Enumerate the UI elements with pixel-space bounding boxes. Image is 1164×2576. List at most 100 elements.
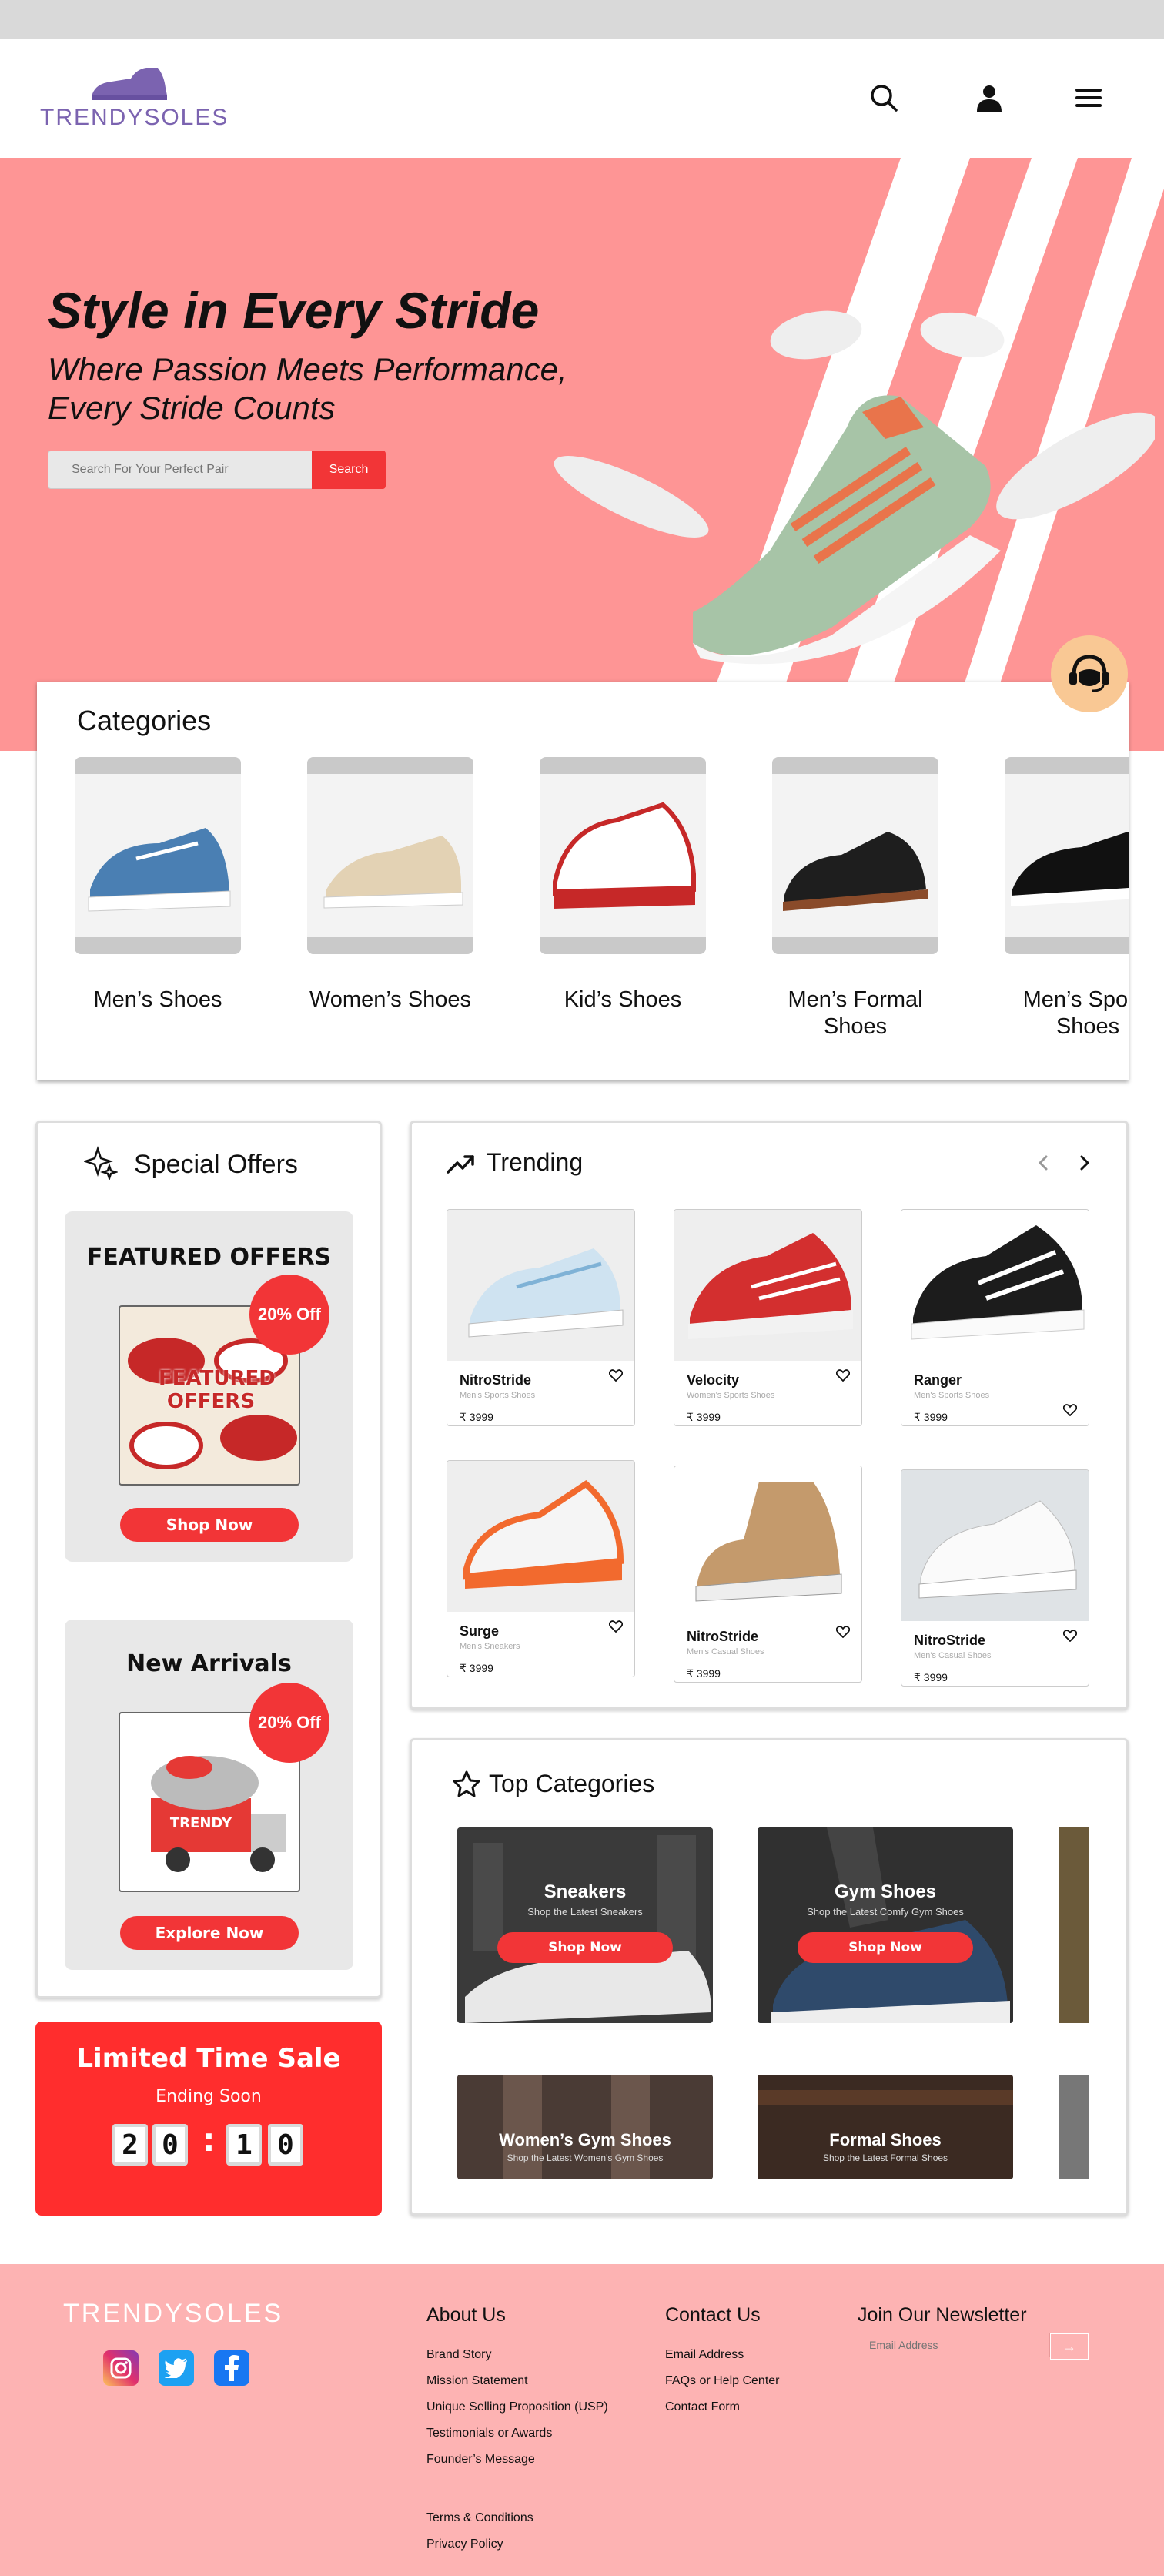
footer-link[interactable]: Brand Story [426,2348,642,2362]
shop-now-button[interactable]: Shop Now [798,1932,973,1963]
top-category-card-womens-gym[interactable]: Women’s Gym Shoes Shop the Latest Women'… [457,2075,713,2179]
footer-link[interactable]: Mission Statement [426,2374,642,2388]
product-category: Men's Casual Shoes [687,1647,764,1656]
category-label: Men’s Shoes [93,987,222,1012]
countdown-digit: 2 [112,2124,148,2166]
wishlist-heart-icon[interactable] [836,1626,850,1638]
instagram-icon[interactable] [103,2350,139,2386]
product-name: Surge [460,1623,500,1639]
sale-title: Limited Time Sale [76,2043,341,2074]
explore-now-button[interactable]: Explore Now [120,1916,299,1950]
hero-search-button[interactable]: Search [312,451,386,489]
kids-shoe-image [540,774,706,937]
trending-product-card[interactable]: NitroStride Men's Casual Shoes ₹ 3999 [674,1466,862,1683]
footer-link[interactable]: Unique Selling Proposition (USP) [426,2400,642,2414]
new-arrivals-discount-badge: 20% Off [249,1683,329,1763]
category-label: Kid’s Shoes [564,987,682,1012]
wishlist-heart-icon[interactable] [609,1620,623,1633]
top-category-card-sneakers[interactable]: Sneakers Shop the Latest Sneakers Shop N… [457,1827,713,2023]
wishlist-heart-icon[interactable] [609,1369,623,1382]
footer-link[interactable]: Founder’s Message [426,2453,642,2467]
footer-about: About Us Brand Story Mission Statement U… [426,2304,642,2564]
countdown-digit: 1 [226,2124,262,2166]
category-label: Men’s Formal Shoes [788,987,923,1039]
sneakers-image [457,1827,713,2023]
product-image [901,1210,1089,1361]
countdown-digit: 0 [152,2124,188,2166]
product-category: Women's Sports Shoes [687,1391,775,1400]
category-item-mens-formal[interactable]: Men’s Formal Shoes [772,757,938,1040]
wishlist-heart-icon[interactable] [1063,1630,1077,1642]
top-categories-panel: Top Categories Sneakers Shop the Latest … [410,1738,1129,2216]
newsletter-email-input[interactable] [858,2333,1050,2357]
top-category-card-gym[interactable]: Gym Shoes Shop the Latest Comfy Gym Shoe… [758,1827,1013,2023]
top-category-card-formal[interactable]: Formal Shoes Shop the Latest Formal Shoe… [758,2075,1013,2179]
trending-product-card[interactable]: Ranger Men's Sports Shoes ₹ 3999 [901,1209,1089,1426]
footer-contact: Contact Us Email Address FAQs or Help Ce… [665,2304,850,2427]
trending-product-card[interactable]: Velocity Women's Sports Shoes ₹ 3999 [674,1209,862,1426]
product-name: Ranger [914,1372,962,1388]
trending-product-card[interactable]: NitroStride Men's Sports Shoes ₹ 3999 [447,1209,635,1426]
category-item-kids[interactable]: Kid’s Shoes [540,757,706,1013]
category-item-mens[interactable]: Men’s Shoes [75,757,241,1013]
footer-link[interactable]: Terms & Conditions [426,2511,642,2525]
trending-product-card[interactable]: Surge Men's Sneakers ₹ 3999 [447,1460,635,1677]
new-arrivals-image-text: TRENDY [169,1815,232,1831]
footer-newsletter: Join Our Newsletter → [858,2304,1112,2360]
hero-subtitle: Where Passion Meets Performance, Every S… [48,351,567,426]
newsletter-submit-arrow-icon[interactable]: → [1050,2333,1089,2360]
top-category-name: Sneakers [544,1881,627,1902]
category-item-womens[interactable]: Women’s Shoes [307,757,473,1013]
footer-link[interactable]: Testimonials or Awards [426,2427,642,2440]
search-icon[interactable] [864,78,904,118]
site-footer: TRENDYSOLES About Us Brand Story Mission… [0,2264,1164,2576]
wishlist-heart-icon[interactable] [1063,1404,1077,1416]
product-price: ₹ 3999 [460,1662,493,1674]
product-price: ₹ 3999 [460,1411,493,1423]
brand-logo-text[interactable]: TRENDYSOLES [40,105,229,131]
category-label: Men’s Sports Shoes [1022,987,1129,1039]
footer-link[interactable]: FAQs or Help Center [665,2374,850,2388]
footer-link[interactable]: Email Address [665,2348,850,2362]
new-arrivals-card: New Arrivals TRENDY 20% Off Explore Now [65,1620,353,1970]
top-category-subtitle: Shop the Latest Sneakers [527,1906,643,1918]
trending-up-icon [447,1155,474,1174]
special-offers-panel: Special Offers FEATURED OFFERS FEATURED … [35,1121,382,1998]
top-category-name: Women’s Gym Shoes [499,2130,671,2149]
product-image [674,1466,861,1617]
trending-product-card[interactable]: NitroStride Men's Casual Shoes ₹ 3999 [901,1469,1089,1687]
hero-title: Style in Every Stride [48,282,540,339]
support-agent-icon[interactable] [1051,635,1128,712]
product-image [447,1461,634,1612]
footer-brand: TRENDYSOLES [63,2299,284,2328]
limited-time-sale-card: Limited Time Sale Ending Soon 2 0 : 1 0 [35,2022,382,2216]
carousel-next-icon[interactable] [1075,1154,1094,1172]
product-category: Men's Sneakers [460,1642,520,1651]
facebook-icon[interactable] [214,2350,249,2386]
star-icon [453,1770,480,1797]
product-image [447,1210,634,1361]
carousel-prev-icon[interactable] [1034,1154,1052,1172]
gym-shoes-image [758,1827,1013,2023]
top-category-card-partial[interactable] [1059,2075,1089,2179]
newsletter-title: Join Our Newsletter [858,2304,1027,2326]
countdown-digit: 0 [268,2124,303,2166]
menu-icon[interactable] [1069,78,1109,118]
category-item-mens-sports[interactable]: Men’s Sports Shoes [1005,757,1129,1040]
footer-link[interactable]: Contact Form [665,2400,850,2414]
featured-offers-card: FEATURED OFFERS FEATURED OFFERS 20% Off … [65,1211,353,1562]
wishlist-heart-icon[interactable] [836,1369,850,1382]
new-arrivals-title: New Arrivals [126,1650,292,1677]
product-image [901,1470,1089,1621]
shop-now-button[interactable]: Shop Now [497,1932,673,1963]
user-icon[interactable] [969,78,1009,118]
sale-subtitle: Ending Soon [156,2087,262,2106]
product-image [674,1210,861,1361]
hero-search-input[interactable] [48,451,313,489]
shop-now-button[interactable]: Shop Now [120,1508,299,1542]
top-category-card-partial[interactable] [1059,1827,1089,2023]
twitter-icon[interactable] [159,2350,194,2386]
product-name: NitroStride [687,1629,759,1644]
top-categories-title: Top Categories [489,1770,655,1797]
footer-link[interactable]: Privacy Policy [426,2537,642,2551]
